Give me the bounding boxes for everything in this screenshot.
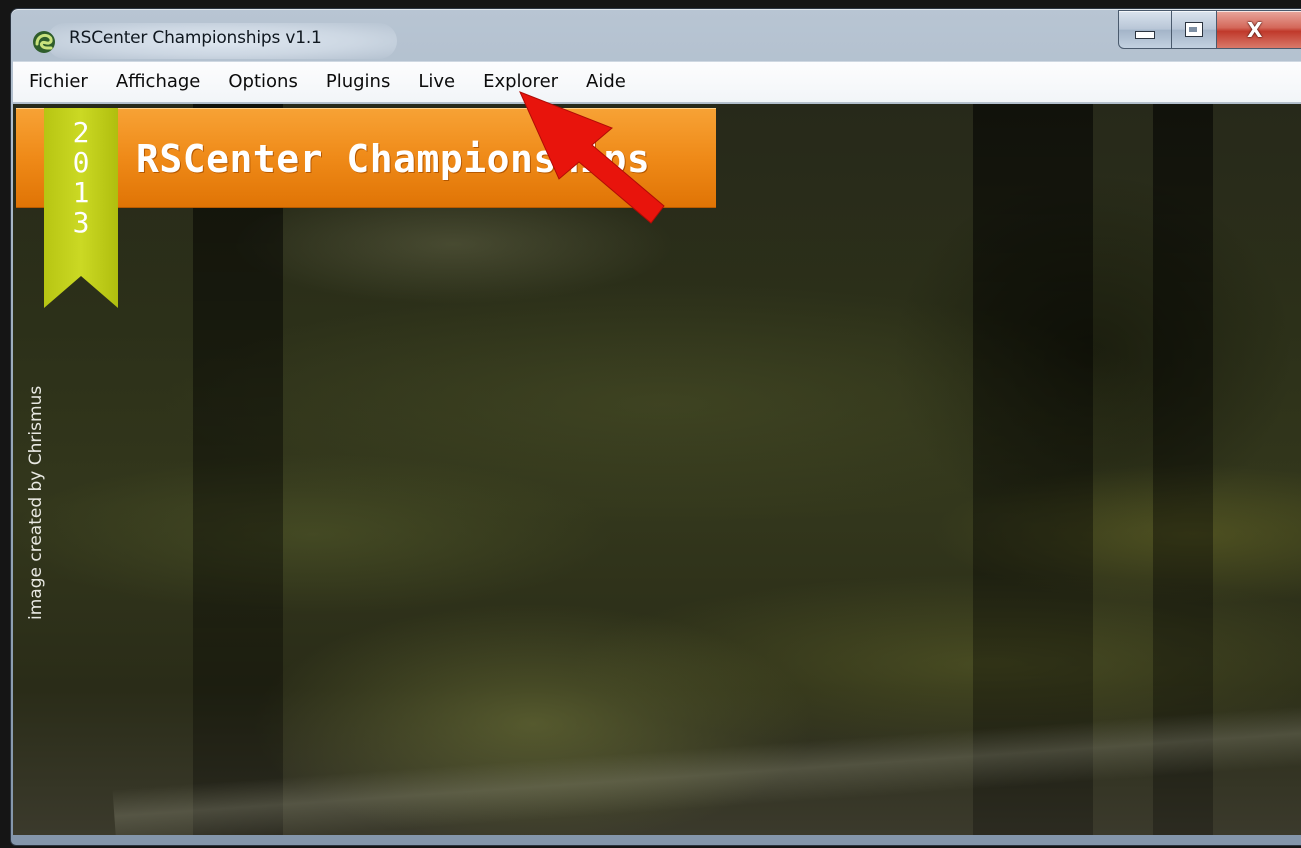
title-banner: RSCenter Championships	[16, 108, 716, 207]
menu-aide[interactable]: Aide	[572, 67, 640, 97]
banner-title: RSCenter Championships	[136, 137, 651, 181]
screen: RSCenter Championships v1.1 X Fichier Af…	[0, 0, 1301, 848]
image-credit: image created by Chrismus	[26, 385, 46, 620]
blur-tree-1	[193, 104, 283, 835]
splash-image	[13, 104, 1301, 835]
maximize-icon	[1185, 22, 1203, 37]
menu-affichage[interactable]: Affichage	[102, 67, 215, 97]
menu-explorer[interactable]: Explorer	[469, 67, 572, 97]
window-controls: X	[1118, 10, 1301, 49]
title-bar[interactable]: RSCenter Championships v1.1 X	[11, 9, 1301, 69]
menu-options[interactable]: Options	[214, 67, 311, 97]
road-streak	[112, 698, 1301, 835]
menu-fichier[interactable]: Fichier	[29, 67, 102, 97]
window-title: RSCenter Championships v1.1	[69, 28, 322, 48]
menu-plugins[interactable]: Plugins	[312, 67, 404, 97]
minimize-icon	[1135, 30, 1155, 39]
maximize-button[interactable]	[1172, 10, 1217, 49]
ribbon-year: 2 0 1 3	[72, 116, 90, 239]
menu-live[interactable]: Live	[404, 67, 469, 97]
close-button[interactable]: X	[1217, 10, 1301, 49]
minimize-button[interactable]	[1118, 10, 1172, 49]
app-logo-icon[interactable]	[31, 29, 57, 55]
close-icon: X	[1247, 17, 1263, 42]
menu-bar: Fichier Affichage Options Plugins Live E…	[13, 61, 1301, 103]
